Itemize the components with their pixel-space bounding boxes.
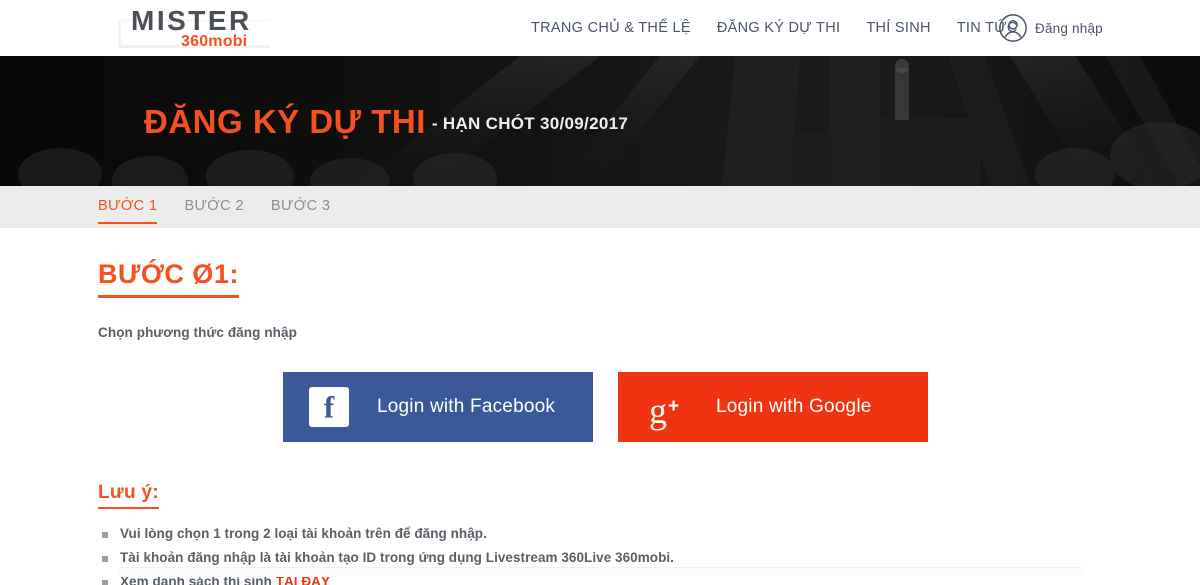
hero-title: ĐĂNG KÝ DỰ THI bbox=[144, 102, 426, 140]
note-text: Vui lòng chọn 1 trong 2 loại tài khoản t… bbox=[120, 525, 487, 541]
site-header: MISTER 360mobi TRANG CHỦ & THỂ LỆ ĐĂNG K… bbox=[0, 0, 1200, 56]
step-tab-1[interactable]: BƯỚC 1 bbox=[98, 198, 158, 224]
google-icon-glyph: g bbox=[648, 390, 667, 431]
main-navigation: TRANG CHỦ & THỂ LỆ ĐĂNG KÝ DỰ THI THÍ SI… bbox=[518, 0, 1031, 56]
nav-item-home-rules[interactable]: TRANG CHỦ & THỂ LỆ bbox=[518, 20, 704, 36]
hero-deadline: - HẠN CHÓT 30/09/2017 bbox=[431, 113, 629, 133]
bullet-icon bbox=[102, 531, 108, 538]
logo-primary-text: MISTER bbox=[131, 5, 252, 36]
facebook-icon-glyph: f bbox=[323, 389, 335, 425]
main-content: BƯỚC Ø1: Chọn phương thức đăng nhập f Lo… bbox=[0, 228, 1200, 585]
login-button[interactable]: Đăng nhập bbox=[998, 0, 1103, 56]
google-plus-icon: g+ bbox=[644, 385, 684, 431]
step-tab-2[interactable]: BƯỚC 2 bbox=[184, 198, 243, 216]
list-item: Tài khoản đăng nhập là tài khoản tạo ID … bbox=[98, 550, 1200, 565]
login-with-google-button[interactable]: g+ Login with Google bbox=[618, 371, 928, 442]
bottom-divider bbox=[118, 567, 1083, 577]
bullet-icon bbox=[102, 555, 108, 562]
hero-banner: ĐĂNG KÝ DỰ THI - HẠN CHÓT 30/09/2017 bbox=[0, 56, 1200, 186]
hero-text-group: ĐĂNG KÝ DỰ THI - HẠN CHÓT 30/09/2017 bbox=[144, 56, 628, 186]
bullet-icon bbox=[102, 579, 108, 585]
nav-item-register[interactable]: ĐĂNG KÝ DỰ THI bbox=[704, 20, 853, 36]
logo-secondary-text: 360mobi bbox=[181, 33, 248, 50]
facebook-icon: f bbox=[309, 386, 349, 427]
facebook-button-label: Login with Facebook bbox=[377, 395, 556, 417]
login-with-facebook-button[interactable]: f Login with Facebook bbox=[283, 371, 593, 442]
google-icon-plus: + bbox=[667, 395, 680, 417]
step-tab-3[interactable]: BƯỚC 3 bbox=[271, 198, 330, 216]
user-circle-icon bbox=[999, 14, 1027, 42]
google-button-label: Login with Google bbox=[716, 395, 872, 417]
step-subtitle: Chọn phương thức đăng nhập bbox=[98, 324, 297, 340]
auth-button-group: f Login with Facebook g+ Login with Goog… bbox=[283, 371, 1200, 442]
site-logo[interactable]: MISTER 360mobi bbox=[118, 6, 283, 51]
login-label: Đăng nhập bbox=[1035, 20, 1103, 36]
step-tab-bar: BƯỚC 1 BƯỚC 2 BƯỚC 3 bbox=[0, 186, 1200, 228]
list-item: Vui lòng chọn 1 trong 2 loại tài khoản t… bbox=[98, 526, 1200, 541]
notes-heading: Lưu ý: bbox=[98, 482, 159, 509]
nav-item-contestants[interactable]: THÍ SINH bbox=[853, 20, 943, 36]
page-title: BƯỚC Ø1: bbox=[98, 259, 239, 298]
note-text: Tài khoản đăng nhập là tài khoản tạo ID … bbox=[120, 549, 674, 565]
